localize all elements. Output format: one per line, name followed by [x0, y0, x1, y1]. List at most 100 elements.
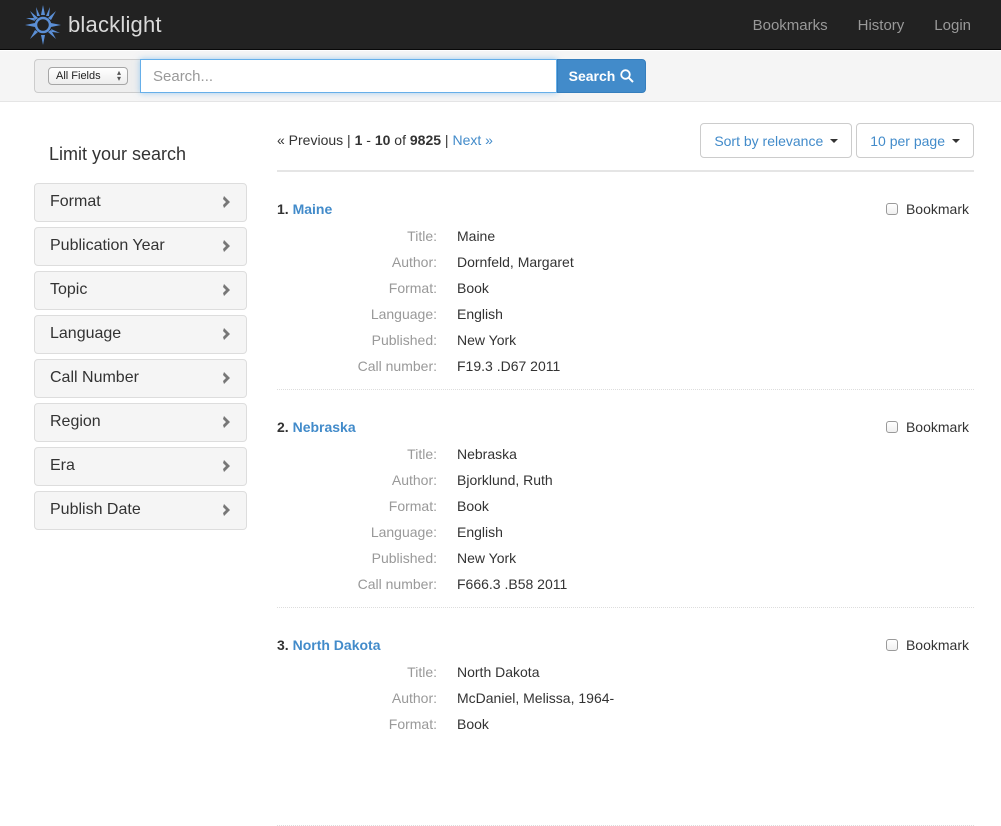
facet-region[interactable]: Region: [34, 403, 247, 442]
field-value-language: English: [457, 306, 503, 322]
sort-label: Sort by relevance: [714, 132, 824, 149]
chevron-right-icon: [223, 239, 230, 252]
field-value-format: Book: [457, 498, 489, 514]
field-value-published: New York: [457, 332, 517, 348]
field-label-title: Title:: [407, 228, 437, 244]
facet-publication-year[interactable]: Publication Year: [34, 227, 247, 266]
search-icon: [620, 69, 635, 83]
chevron-right-icon: [223, 371, 230, 384]
document-fields: Title: North Dakota Author: McDaniel, Melis…: [277, 663, 974, 733]
facet-label: Format: [50, 192, 101, 210]
search-bar: All Fields ▴ ▾ Search: [0, 51, 1001, 102]
chevron-right-icon: [223, 327, 230, 340]
search-button-label: Search: [568, 68, 616, 84]
facet-list: Format Publication Year Topic Language Call …: [34, 183, 247, 530]
document-fields: Title: Nebraska Author: Bjorklund, Ruth Form…: [277, 445, 974, 593]
document-result: 3. North Dakota Bookmark Title: North Dakot…: [277, 608, 974, 826]
facet-label: Topic: [50, 280, 88, 298]
search-input[interactable]: [140, 59, 557, 93]
field-label-call-number: Call number:: [357, 358, 437, 374]
document-list: 1. Maine Bookmark Title: Maine Author: Dornfe…: [277, 172, 974, 826]
facet-label: Publish Date: [50, 500, 141, 518]
field-label-format: Format:: [388, 280, 437, 296]
field-label-author: Author:: [391, 472, 437, 488]
field-value-author: Bjorklund, Ruth: [457, 472, 553, 488]
document-header: 3. North Dakota Bookmark: [277, 637, 974, 663]
search-field-select[interactable]: All Fields ▴ ▾: [48, 67, 128, 85]
select-arrows-icon: ▴ ▾: [116, 68, 121, 83]
sidebar-heading: Limit your search: [49, 144, 187, 164]
chevron-right-icon: [223, 415, 230, 428]
bookmark-label: Bookmark: [905, 637, 969, 653]
field-value-title: Nebraska: [457, 446, 517, 462]
per-page-label: 10 per page: [870, 132, 945, 149]
facet-publish-date[interactable]: Publish Date: [34, 491, 247, 530]
facet-language[interactable]: Language: [34, 315, 247, 354]
chevron-right-icon: [223, 503, 230, 516]
document-title-heading: 2. Nebraska: [277, 419, 356, 435]
field-label-language: Language:: [370, 524, 437, 540]
nav-bookmarks-link[interactable]: Bookmarks: [753, 17, 828, 34]
field-label-published: Published:: [371, 332, 437, 348]
blacklight-sun-icon: [25, 5, 61, 45]
caret-down-icon: [952, 138, 960, 143]
facet-format[interactable]: Format: [34, 183, 247, 222]
facet-label: Call Number: [50, 368, 139, 386]
total-count: 9825: [409, 132, 442, 148]
brand-name: blacklight: [68, 12, 162, 37]
previous-link-disabled: « Previous: [277, 132, 344, 148]
field-label-call-number: Call number:: [357, 576, 437, 592]
bookmark-toggle[interactable]: Bookmark: [885, 637, 969, 653]
search-button[interactable]: Search: [557, 59, 646, 93]
facet-era[interactable]: Era: [34, 447, 247, 486]
chevron-right-icon: [223, 283, 230, 296]
facet-call-number[interactable]: Call Number: [34, 359, 247, 398]
per-page-dropdown[interactable]: 10 per page: [856, 123, 974, 158]
field-label-published: Published:: [371, 550, 437, 566]
document-title-link[interactable]: Nebraska: [293, 419, 356, 435]
next-link[interactable]: Next »: [452, 132, 492, 148]
facet-label: Publication Year: [50, 236, 165, 254]
bookmark-checkbox[interactable]: [885, 639, 898, 651]
document-result: 2. Nebraska Bookmark Title: Nebraska Author:…: [277, 390, 974, 608]
sort-dropdown[interactable]: Sort by relevance: [700, 123, 853, 158]
nav-login-link[interactable]: Login: [934, 17, 971, 34]
bookmark-checkbox[interactable]: [885, 421, 898, 433]
caret-down-icon: [830, 138, 839, 143]
bookmark-toggle[interactable]: Bookmark: [885, 419, 969, 435]
document-title-link[interactable]: Maine: [293, 201, 333, 217]
field-value-call-number: F666.3 .B58 2011: [457, 576, 568, 592]
pagination: « Previous | 1 - 10 of 9825 | Next »: [277, 132, 493, 148]
field-value-author: McDaniel, Melissa, 1964-: [457, 690, 615, 706]
field-label-language: Language:: [370, 306, 437, 322]
sort-controls: Sort by relevance 10 per page: [700, 123, 974, 158]
search-field-selected: All Fields: [56, 70, 101, 82]
results-topbar: « Previous | 1 - 10 of 9825 | Next » Sor…: [277, 122, 974, 172]
document-index: 2.: [277, 419, 289, 435]
brand-logo-link[interactable]: blacklight: [24, 3, 162, 47]
field-label-title: Title:: [407, 664, 437, 680]
document-index: 1.: [277, 201, 289, 217]
field-label-title: Title:: [407, 446, 437, 462]
facet-topic[interactable]: Topic: [34, 271, 247, 310]
document-fields: Title: Maine Author: Dornfeld, Margaret Form…: [277, 227, 974, 375]
navbar: blacklight Bookmarks History Login: [0, 0, 1001, 50]
field-value-format: Book: [457, 716, 489, 732]
chevron-right-icon: [223, 195, 230, 208]
pager-separator: |: [444, 132, 449, 148]
document-title-link[interactable]: North Dakota: [293, 637, 381, 653]
chevron-right-icon: [223, 459, 230, 472]
field-value-language: English: [457, 524, 503, 540]
field-value-published: New York: [457, 550, 517, 566]
bookmark-toggle[interactable]: Bookmark: [885, 201, 969, 217]
field-value-format: Book: [457, 280, 489, 296]
facet-label: Language: [50, 324, 122, 342]
field-value-call-number: F19.3 .D67 2011: [457, 358, 561, 374]
document-header: 2. Nebraska Bookmark: [277, 419, 974, 445]
pager-separator: |: [347, 132, 351, 148]
document-result: 1. Maine Bookmark Title: Maine Author: Dornfe…: [277, 172, 974, 390]
search-field-addon: All Fields ▴ ▾: [34, 59, 140, 93]
field-value-author: Dornfeld, Margaret: [457, 254, 574, 270]
bookmark-checkbox[interactable]: [885, 203, 898, 215]
nav-history-link[interactable]: History: [858, 17, 905, 34]
